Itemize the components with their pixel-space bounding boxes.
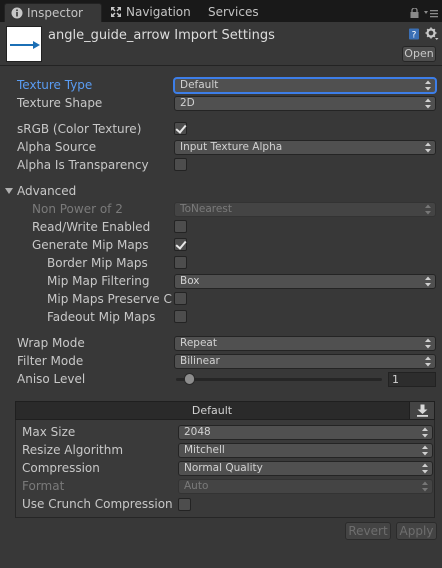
dropdown-arrows-icon [425,98,431,109]
dropdown-arrows-icon [422,481,428,492]
open-button[interactable]: Open [402,46,436,62]
mip-filtering-dropdown[interactable]: Box [174,274,436,289]
max-size-label: Max Size [22,425,76,439]
aniso-level-label: Aniso Level [17,372,86,386]
help-book-icon[interactable]: ? [408,28,420,40]
aniso-value-field[interactable]: 1 [388,372,436,387]
dropdown-arrows-icon [422,427,428,438]
tab-navigation-label: Navigation [126,5,191,19]
mip-filtering-value: Box [180,275,200,287]
inspector-header: angle_guide_arrow Import Settings ? Open [0,22,442,66]
non-power-of-2-dropdown: ToNearest [174,202,436,217]
gear-icon[interactable] [425,27,439,41]
download-icon [417,404,428,417]
dropdown-arrows-icon [425,356,431,367]
fadeout-mip-label: Fadeout Mip Maps [47,310,156,324]
tab-services[interactable]: Services [204,3,264,22]
format-dropdown: Auto [178,479,433,494]
filter-mode-value: Bilinear [180,355,220,367]
srgb-label: sRGB (Color Texture) [17,122,142,136]
dropdown-arrows-icon [425,142,431,153]
texture-type-label: Texture Type [17,78,93,92]
compression-dropdown[interactable]: Normal Quality [178,461,433,476]
fadeout-mip-checkbox[interactable] [174,310,187,323]
srgb-checkbox[interactable] [174,122,187,135]
info-icon [11,7,23,19]
wrap-mode-dropdown[interactable]: Repeat [174,336,436,351]
texture-shape-dropdown[interactable]: 2D [174,96,436,111]
tab-bar: Inspector Navigation Services [0,0,442,22]
dropdown-arrows-icon [425,338,431,349]
platform-tab-bar: Default [15,401,435,420]
mip-preserve-label: Mip Maps Preserve Cove [47,292,172,306]
max-size-value: 2048 [184,426,211,438]
lock-icon[interactable] [410,8,419,18]
crunch-compression-label: Use Crunch Compression [22,497,173,511]
non-power-of-2-label: Non Power of 2 [32,202,123,216]
tab-navigation[interactable]: Navigation [104,3,200,22]
navigation-icon [111,7,121,17]
aniso-slider-track[interactable] [176,378,382,381]
max-size-dropdown[interactable]: 2048 [178,425,433,440]
texture-shape-label: Texture Shape [17,96,103,110]
dropdown-arrows-icon [425,276,431,287]
tab-menu-icon[interactable] [424,10,438,18]
advanced-foldout[interactable]: Advanced [17,184,76,198]
wrap-mode-value: Repeat [180,337,217,349]
dropdown-arrows-icon [422,445,428,456]
alpha-source-value: Input Texture Alpha [180,141,283,153]
tab-services-label: Services [208,5,259,19]
filter-mode-dropdown[interactable]: Bilinear [174,354,436,369]
dropdown-arrows-icon [425,204,431,215]
arrow-preview-icon [10,41,40,49]
format-value: Auto [184,480,209,492]
compression-value: Normal Quality [184,462,263,474]
aniso-slider-thumb[interactable] [184,373,195,385]
foldout-expanded-icon[interactable] [5,187,13,195]
border-mip-label: Border Mip Maps [47,256,148,270]
generate-mip-label: Generate Mip Maps [32,238,149,252]
read-write-label: Read/Write Enabled [32,220,151,234]
tab-inspector[interactable]: Inspector [4,3,102,22]
crunch-compression-checkbox[interactable] [178,498,191,511]
border-mip-checkbox[interactable] [174,256,187,269]
alpha-source-dropdown[interactable]: Input Texture Alpha [174,140,436,155]
revert-button[interactable]: Revert [345,522,391,540]
texture-thumbnail [6,26,42,62]
generate-mip-checkbox[interactable] [174,238,187,251]
alpha-transparency-checkbox[interactable] [174,158,187,171]
platform-download-button[interactable] [409,402,434,419]
texture-type-value: Default [180,79,219,91]
tab-inspector-label: Inspector [27,6,83,20]
dropdown-arrows-icon [422,463,428,474]
read-write-checkbox[interactable] [174,220,187,233]
compression-label: Compression [22,461,100,475]
apply-button[interactable]: Apply [396,522,437,540]
wrap-mode-label: Wrap Mode [17,336,85,350]
non-power-of-2-value: ToNearest [180,203,232,215]
mip-filtering-label: Mip Map Filtering [47,274,150,288]
page-title: angle_guide_arrow Import Settings [48,28,275,43]
resize-algorithm-label: Resize Algorithm [22,443,124,457]
format-label: Format [22,479,65,493]
resize-algorithm-value: Mitchell [184,444,225,456]
svg-text:?: ? [412,31,417,41]
alpha-transparency-label: Alpha Is Transparency [17,158,149,172]
mip-preserve-checkbox[interactable] [174,292,187,305]
platform-tab-default[interactable]: Default [16,402,408,419]
dropdown-arrows-icon [425,80,431,91]
texture-shape-value: 2D [180,97,195,109]
texture-type-dropdown[interactable]: Default [174,78,436,93]
alpha-source-label: Alpha Source [17,140,97,154]
filter-mode-label: Filter Mode [17,354,84,368]
resize-algorithm-dropdown[interactable]: Mitchell [178,443,433,458]
